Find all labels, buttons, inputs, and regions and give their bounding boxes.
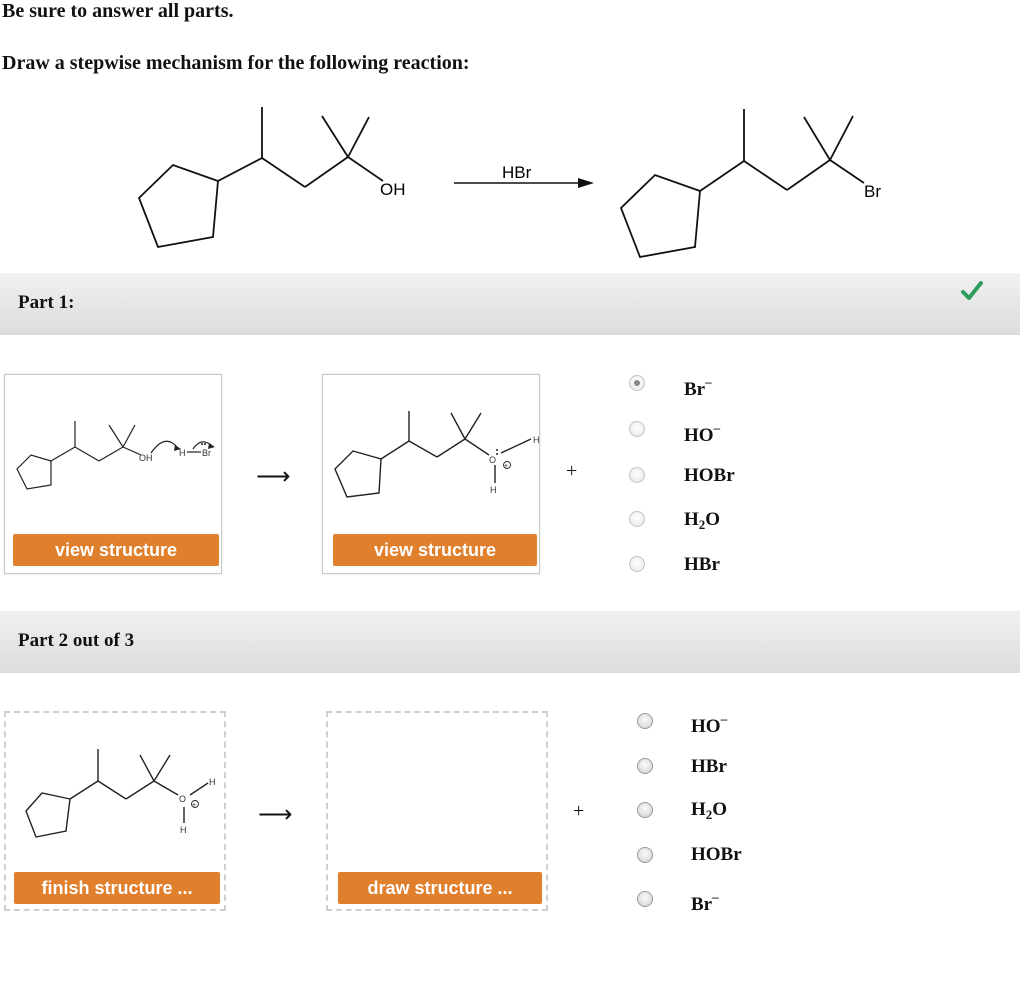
svg-text:+: + xyxy=(192,802,196,809)
checkmark-icon xyxy=(961,281,983,300)
part2-structure-box-1[interactable]: + O H H finish structure ... xyxy=(4,711,226,911)
part2-plus: + xyxy=(573,800,585,822)
part1-radio-br-minus[interactable] xyxy=(629,375,645,391)
part2-radio-br-minus[interactable] xyxy=(637,891,653,907)
part1-radio-ho-minus[interactable] xyxy=(629,421,645,437)
finish-structure-button[interactable]: finish structure ... xyxy=(14,872,220,904)
reactant-molecule xyxy=(137,107,384,249)
part1-option-hbr[interactable]: HBr xyxy=(684,554,720,576)
atom-h-top-label: H xyxy=(209,777,216,787)
part1-title: Part 1: xyxy=(18,292,75,313)
part2-option-hobr[interactable]: HOBr xyxy=(691,844,742,866)
part1-radio-hbr[interactable] xyxy=(629,556,645,572)
product-molecule xyxy=(619,109,865,259)
part2-title: Part 2 out of 3 xyxy=(18,630,135,651)
part1-structure-1: OH H Br xyxy=(16,421,215,490)
part1-structure-box-1[interactable]: OH H Br view structure xyxy=(4,374,222,574)
part1-structure-2: + O H H xyxy=(334,411,539,498)
part1-option-br-minus[interactable]: Br– xyxy=(684,374,712,401)
part2-radio-hobr[interactable] xyxy=(637,847,653,863)
svg-text:+: + xyxy=(504,463,508,470)
reactant-oh-label: OH xyxy=(380,180,406,199)
part2-option-ho-minus[interactable]: HO– xyxy=(691,711,727,738)
part1-option-hobr[interactable]: HOBr xyxy=(684,465,735,487)
part2-option-hbr[interactable]: HBr xyxy=(691,756,727,778)
atom-oh-label: OH xyxy=(139,453,153,463)
part2-header: Part 2 out of 3 xyxy=(0,611,1020,673)
part2-arrow: ⟶ xyxy=(258,800,293,828)
atom-o-label: O xyxy=(489,455,496,465)
part1-arrow: ⟶ xyxy=(256,462,291,490)
part2-radio-ho-minus[interactable] xyxy=(637,713,653,729)
draw-structure-button[interactable]: draw structure ... xyxy=(338,872,542,904)
view-structure-button-1[interactable]: view structure xyxy=(13,534,219,566)
reaction-scheme: OH HBr Br xyxy=(137,107,881,259)
part1-option-ho-minus[interactable]: HO– xyxy=(684,420,720,447)
part2-structure-1: + O H H xyxy=(25,749,216,838)
atom-br-label: Br xyxy=(202,448,211,458)
part1-structure-box-2[interactable]: + O H H view structure xyxy=(322,374,540,574)
part1-radio-hobr[interactable] xyxy=(629,467,645,483)
atom-h-label: H xyxy=(179,448,186,458)
instructions-heading: Be sure to answer all parts. xyxy=(2,0,234,22)
part1-radio-h2o[interactable] xyxy=(629,511,645,527)
atom-h-top-label: H xyxy=(533,435,539,445)
atom-h-bottom-label: H xyxy=(490,485,497,495)
atom-o-label: O xyxy=(179,794,186,804)
part2-option-h2o[interactable]: H2O xyxy=(691,799,727,823)
part2-option-br-minus[interactable]: Br– xyxy=(691,889,719,916)
question-text: Draw a stepwise mechanism for the follow… xyxy=(2,52,470,74)
reagent-label: HBr xyxy=(502,163,532,182)
part1-option-h2o[interactable]: H2O xyxy=(684,509,720,533)
part1-header: Part 1: xyxy=(0,273,1020,335)
part2-radio-h2o[interactable] xyxy=(637,802,653,818)
product-br-label: Br xyxy=(864,182,881,201)
part2-structure-box-2[interactable]: draw structure ... xyxy=(326,711,548,911)
atom-h-bottom-label: H xyxy=(180,825,187,835)
view-structure-button-2[interactable]: view structure xyxy=(333,534,537,566)
part2-radio-hbr[interactable] xyxy=(637,758,653,774)
part1-plus: + xyxy=(566,460,578,482)
